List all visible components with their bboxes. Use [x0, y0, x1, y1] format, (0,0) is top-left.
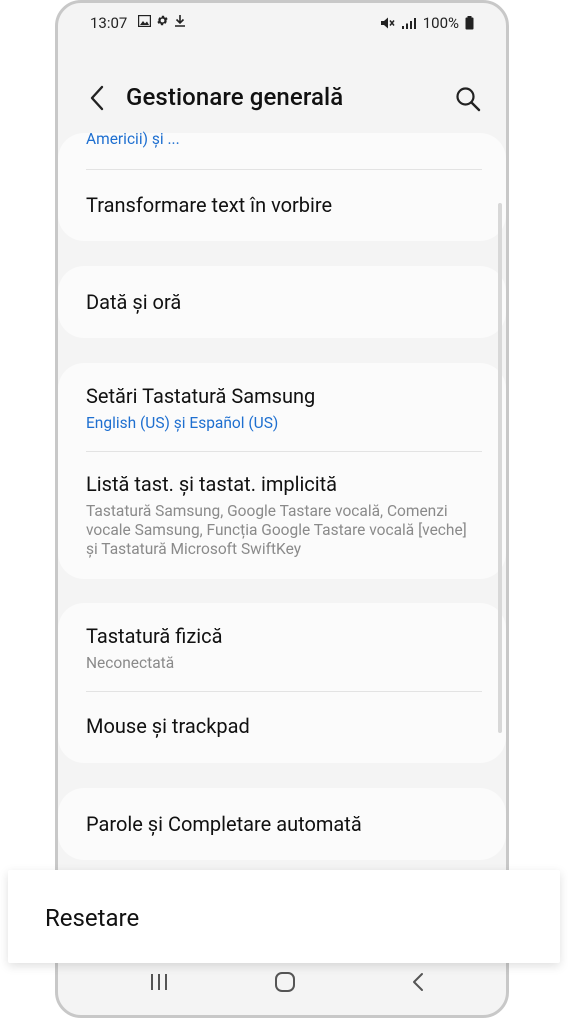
page-title: Gestionare generală [126, 83, 344, 111]
phone-frame: 13:07 100% Gestionare generală Americii)… [55, 0, 509, 1018]
mute-icon [380, 17, 395, 29]
reset-label: Resetare [45, 904, 140, 932]
samsung-keyboard-title: Setări Tastatură Samsung [86, 384, 316, 408]
image-icon [138, 14, 151, 27]
home-icon[interactable] [274, 971, 296, 993]
list-item-physical-keyboard[interactable]: Tastatură fizică Neconectată [86, 624, 482, 673]
divider [86, 691, 482, 692]
recent-apps-icon[interactable] [148, 971, 170, 993]
divider [86, 451, 482, 452]
battery-text: 100% [422, 14, 459, 32]
scrollbar[interactable] [498, 203, 502, 733]
tts-title: Transformare text în vorbire [86, 193, 333, 217]
datetime-title: Dată și oră [86, 290, 182, 314]
status-bar: 13:07 100% [58, 3, 506, 43]
list-item-samsung-keyboard[interactable]: Setări Tastatură Samsung English (US) și… [86, 384, 482, 433]
physical-keyboard-sub: Neconectată [86, 654, 175, 672]
keyboard-list-sub: Tastatură Samsung, Google Tastare vocală… [86, 502, 467, 558]
list-item-datetime[interactable]: Dată și oră [86, 290, 482, 314]
reset-highlight-card[interactable]: Resetare [8, 870, 560, 963]
navigation-bar [58, 955, 506, 1015]
keyboard-list-title: Listă tast. și tastat. implicită [86, 472, 338, 496]
mouse-title: Mouse și trackpad [86, 714, 250, 738]
card-top-partial [58, 133, 506, 241]
physical-keyboard-title: Tastatură fizică [86, 624, 223, 648]
back-icon[interactable] [408, 971, 430, 993]
battery-icon [465, 16, 474, 30]
status-time: 13:07 [90, 14, 128, 32]
list-item-mouse[interactable]: Mouse și trackpad [86, 714, 482, 738]
gear-icon [157, 15, 168, 26]
app-header: Gestionare generală [58, 73, 506, 123]
signal-icon [401, 17, 416, 29]
back-arrow-icon[interactable] [86, 83, 110, 113]
list-item-passwords[interactable]: Parole și Completare automată [86, 812, 482, 836]
list-item-keyboard-list[interactable]: Listă tast. și tastat. implicită Tastatu… [86, 472, 482, 559]
search-icon[interactable] [454, 85, 482, 113]
status-left-icons [138, 14, 186, 27]
passwords-title: Parole și Completare automată [86, 812, 362, 836]
list-item-tts[interactable]: Transformare text în vorbire [86, 193, 482, 217]
download-icon [175, 15, 185, 27]
partial-item-sub[interactable]: Americii) și ... [86, 130, 482, 149]
samsung-keyboard-sub: English (US) și Español (US) [86, 414, 279, 432]
status-right: 100% [380, 14, 474, 32]
divider [86, 169, 482, 170]
